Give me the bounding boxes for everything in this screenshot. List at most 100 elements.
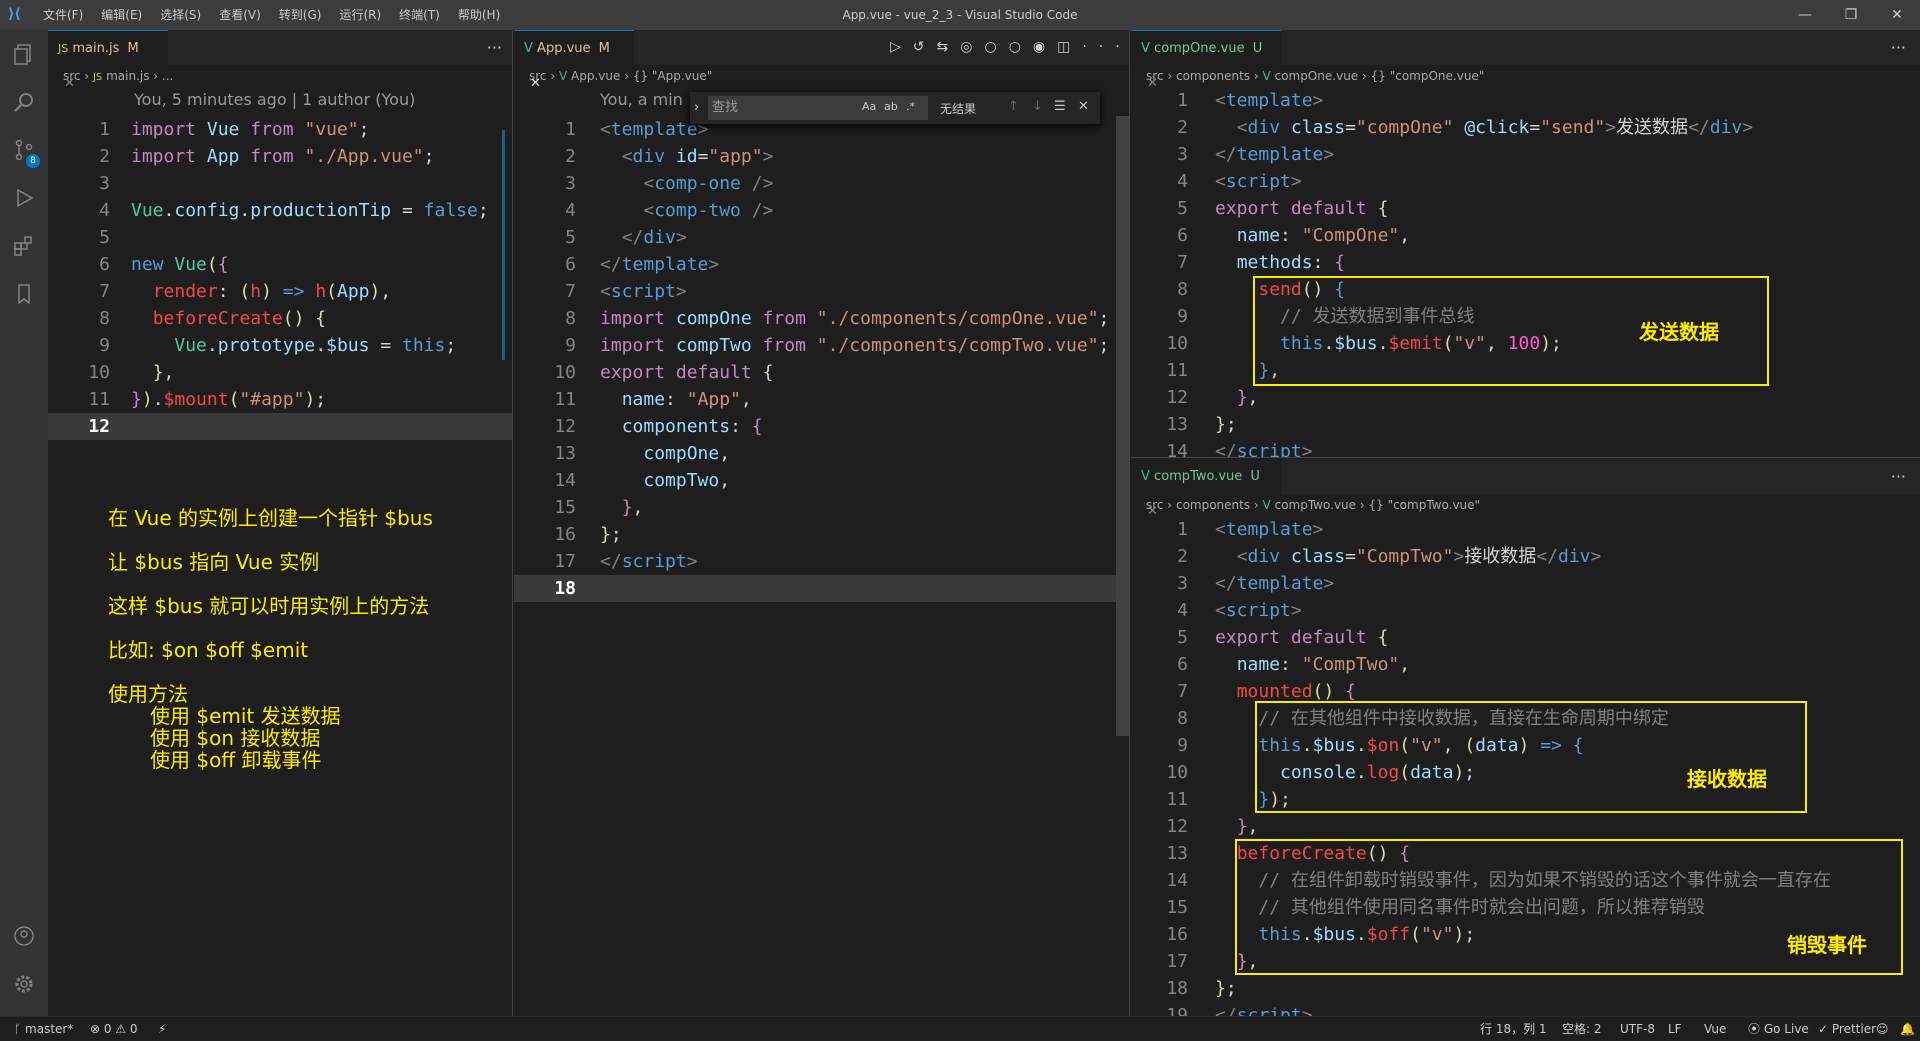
language-mode[interactable]: Vue (1704, 1017, 1726, 1041)
regex-icon[interactable]: .* (906, 100, 915, 113)
explorer-icon[interactable] (0, 30, 48, 78)
menu-goto[interactable]: 转到(G) (270, 0, 331, 30)
code-line: compOne, (643, 443, 731, 464)
indentation[interactable]: 空格: 2 (1562, 1017, 1602, 1041)
breadcrumb-folder[interactable]: components (1176, 498, 1250, 512)
close-icon[interactable]: ✕ (530, 76, 541, 91)
menu-run[interactable]: 运行(R) (330, 0, 390, 30)
breadcrumb-symbol[interactable]: ... (162, 69, 173, 83)
previous-match-icon[interactable]: ↑ (1008, 99, 1019, 114)
menu-select[interactable]: 选择(S) (151, 0, 210, 30)
more-actions-icon[interactable]: ··· (1891, 467, 1906, 486)
toggle-replace-icon[interactable]: › (694, 100, 699, 115)
breadcrumb-symbol[interactable]: {} "compTwo.vue" (1368, 498, 1480, 512)
breadcrumb-folder[interactable]: components (1176, 69, 1250, 83)
prettier-status[interactable]: ✓ Prettier (1818, 1017, 1876, 1041)
menu-file[interactable]: 文件(F) (34, 0, 92, 30)
tab-main-js[interactable]: JS main.js M ✕ (48, 30, 168, 91)
code-line: </script> (600, 551, 698, 572)
code-line: <script> (600, 281, 687, 302)
codelens-blame[interactable]: You, a min (600, 90, 683, 109)
annotation-label-destroy: 销毁事件 (1787, 933, 1867, 957)
breadcrumb-file[interactable]: compOne.vue (1275, 69, 1359, 83)
prev-change-icon[interactable]: ○ (984, 39, 1008, 55)
code-line: compTwo, (643, 470, 731, 491)
history-icon[interactable]: ↺ (913, 39, 937, 55)
breadcrumb-file[interactable]: App.vue (571, 69, 620, 83)
find-in-selection-icon[interactable]: ☰ (1054, 99, 1066, 114)
account-icon[interactable] (0, 912, 48, 960)
codelens-blame[interactable]: You, 5 minutes ago | 1 author (You) (134, 90, 415, 109)
close-icon[interactable]: ✕ (64, 76, 75, 91)
code-line: </template> (1215, 573, 1335, 594)
code-line: <div class="compOne" @click="send">发送数据<… (1236, 117, 1754, 138)
code-line: import Vue from "vue"; (131, 119, 370, 140)
tab-comptwo-vue[interactable]: V compTwo.vue U ✕ (1131, 459, 1281, 519)
feedback-icon[interactable]: ☺ (1876, 1017, 1889, 1041)
tab-label: compOne.vue (1154, 41, 1245, 56)
bookmark-icon[interactable] (0, 270, 48, 318)
note-line: 这样 $bus 就可以时用实例上的方法 (108, 594, 430, 618)
code-editor-app-vue[interactable]: 1 2 3 4 5 6 7 8 9 10 11 12 13 14 15 16 17 18 <template> <… (514, 116, 1129, 1016)
prettier-label: Prettier (1831, 1022, 1877, 1036)
status-bar: ᚴ master* ⊗ 0 ⚠ 0 ⚡ 行 18，列 1 空格: 2 UTF-8… (0, 1016, 1920, 1040)
live-share-icon[interactable]: ⚡ (158, 1017, 166, 1041)
encoding[interactable]: UTF-8 (1620, 1017, 1655, 1041)
maximize-button[interactable]: ❐ (1828, 0, 1874, 30)
breadcrumb-file[interactable]: main.js (106, 69, 149, 83)
breadcrumb-file[interactable]: compTwo.vue (1275, 498, 1356, 512)
breadcrumb-symbol[interactable]: {} "compOne.vue" (1371, 69, 1485, 83)
live-share-icon[interactable]: ◉ (1033, 39, 1057, 55)
branch-status[interactable]: ᚴ master* (14, 1017, 73, 1041)
check-icon: ✓ (1818, 1022, 1829, 1036)
close-window-button[interactable]: ✕ (1874, 0, 1920, 30)
go-to-change-icon[interactable]: ◎ (960, 39, 984, 55)
scrollbar-overview[interactable] (502, 130, 505, 360)
code-editor-compone-vue[interactable]: 1 2 3 4 5 6 7 8 9 10 11 12 13 14 <template> <div clas… (1131, 87, 1920, 457)
end-of-line[interactable]: LF (1668, 1017, 1682, 1041)
next-match-icon[interactable]: ↓ (1032, 99, 1043, 114)
breadcrumb: src › components › V compOne.vue › {} "c… (1131, 65, 1920, 87)
more-actions-icon[interactable]: ··· (487, 38, 502, 57)
run-icon[interactable]: ▷ (890, 39, 913, 55)
menu-edit[interactable]: 编辑(E) (92, 0, 151, 30)
settings-gear-icon[interactable] (0, 960, 48, 1008)
find-result: 无结果 (940, 102, 977, 116)
scm-badge: 8 (26, 154, 40, 168)
menu-terminal[interactable]: 终端(T) (390, 0, 449, 30)
note-line: 使用 $off 卸载事件 (150, 748, 322, 772)
split-editor-icon[interactable]: ◫ (1057, 39, 1082, 55)
source-control-icon[interactable]: 8 (0, 126, 48, 174)
code-line: methods: { (1236, 252, 1346, 273)
vue-file-icon: V (1141, 469, 1150, 484)
whole-word-icon[interactable]: ab (884, 100, 898, 113)
match-case-icon[interactable]: Aa (862, 100, 876, 113)
annotation-box-receive (1255, 701, 1807, 813)
code-line: <script> (1215, 171, 1302, 192)
code-line: </template> (1215, 144, 1335, 165)
tab-compone-vue[interactable]: V compOne.vue U ✕ (1131, 30, 1281, 91)
more-actions-icon[interactable]: ··· (1891, 38, 1906, 57)
code-line: }; (1215, 978, 1237, 999)
breadcrumb-symbol[interactable]: {} "App.vue" (633, 69, 712, 83)
minimize-button[interactable]: — (1782, 0, 1828, 30)
menu-view[interactable]: 查看(V) (210, 0, 270, 30)
problems-status[interactable]: ⊗ 0 ⚠ 0 (90, 1017, 138, 1041)
tab-app-vue[interactable]: V App.vue M ✕ (514, 30, 634, 91)
notifications-bell-icon[interactable]: 🔔 (1900, 1017, 1915, 1041)
search-icon[interactable] (0, 78, 48, 126)
menu-help[interactable]: 帮助(H) (449, 0, 509, 30)
code-line: export default { (600, 362, 774, 383)
vertical-scrollbar[interactable] (1116, 116, 1129, 736)
extensions-icon[interactable] (0, 222, 48, 270)
close-icon[interactable]: ✕ (1078, 99, 1089, 114)
run-debug-icon[interactable] (0, 174, 48, 222)
next-change-icon[interactable]: ○ (1009, 39, 1033, 55)
cursor-position[interactable]: 行 18，列 1 (1480, 1017, 1547, 1041)
more-actions-icon[interactable]: ··· (1082, 39, 1129, 55)
editor-group-middle: V App.vue M ✕ ▷↺⇆◎○○◉◫··· src › V App.vu… (514, 30, 1130, 1016)
go-live-button[interactable]: ⦿ Go Live (1748, 1017, 1809, 1041)
git-compare-icon[interactable]: ⇆ (937, 39, 961, 55)
code-line: }; (600, 524, 622, 545)
code-line: </template> (600, 254, 720, 275)
